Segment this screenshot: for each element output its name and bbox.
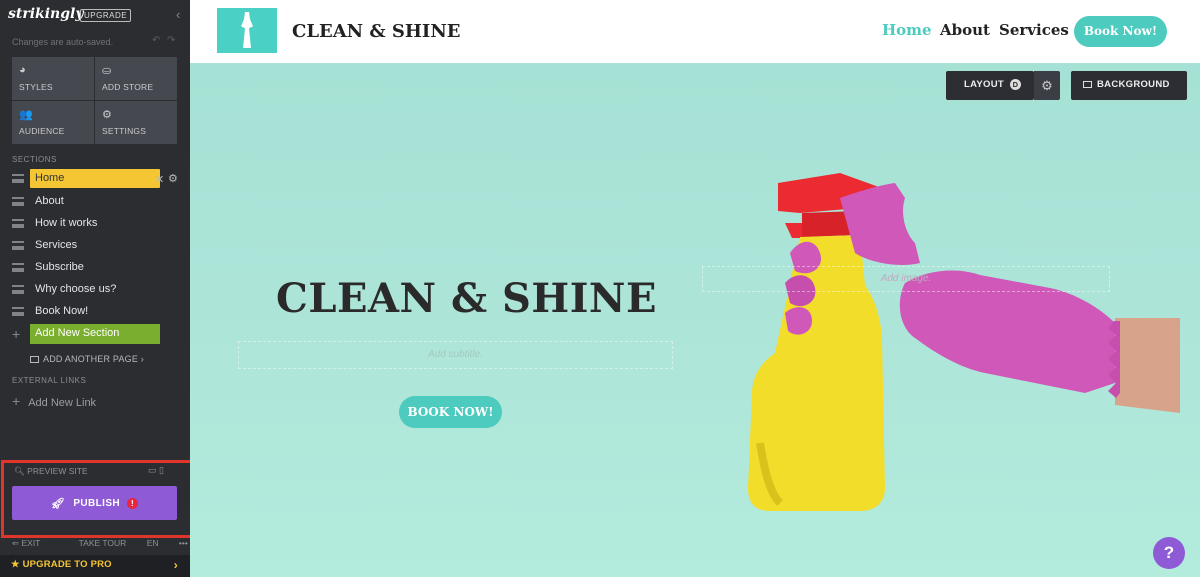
site-logo[interactable] (217, 8, 277, 53)
add-another-page-link[interactable]: ADD ANOTHER PAGE › (30, 354, 144, 364)
redo-icon[interactable]: ↷ (167, 35, 175, 46)
nav-book-button[interactable]: Book Now! (1074, 16, 1167, 47)
background-button[interactable]: BACKGROUND (1071, 71, 1187, 100)
tool-grid: ◕ STYLES ⛀ ADD STORE 👥 AUDIENCE ⚙ SETTIN… (12, 57, 177, 144)
plus-icon: + (12, 393, 21, 409)
styles-button[interactable]: ◕ STYLES (12, 57, 94, 100)
exit-label: EXIT (21, 538, 41, 548)
add-page-label: ADD ANOTHER PAGE (43, 354, 139, 364)
undo-icon[interactable]: ↶ (152, 35, 160, 46)
drag-handle-icon[interactable] (12, 285, 24, 294)
close-icon[interactable]: ✕ (155, 173, 164, 186)
cleaner-figure-icon (241, 12, 253, 48)
section-label[interactable]: Home (30, 169, 160, 188)
page-icon (30, 356, 39, 363)
site-name[interactable]: CLEAN & SHINE (292, 21, 461, 42)
drag-handle-icon[interactable] (12, 263, 24, 272)
footer-links: ⇐ EXIT TAKE TOUR EN ••• (12, 538, 206, 549)
drag-handle-icon[interactable] (12, 197, 24, 206)
image-icon (1083, 81, 1092, 88)
drag-handle-icon[interactable] (12, 174, 24, 183)
nav-about[interactable]: About (940, 21, 990, 39)
site-header: CLEAN & SHINE Home About Services Book N… (190, 0, 1200, 63)
add-store-button[interactable]: ⛀ ADD STORE (95, 57, 177, 100)
section-label: About (35, 195, 64, 207)
layout-label: LAYOUT (964, 79, 1004, 90)
sections-heading: SECTIONS (12, 155, 57, 164)
layout-badge: D (1009, 79, 1021, 90)
audience-label: AUDIENCE (19, 126, 65, 136)
external-links-heading: EXTERNAL LINKS (12, 376, 87, 385)
settings-button[interactable]: ⚙ SETTINGS (95, 101, 177, 144)
hero-section: LAYOUT D ⚙ BACKGROUND CLEAN & SHINE Add … (190, 63, 1200, 577)
upgrade-to-pro-bar[interactable]: ★ UPGRADE TO PRO › (0, 555, 190, 577)
exit-link[interactable]: ⇐ EXIT (12, 538, 58, 548)
more-menu[interactable]: ••• (179, 538, 188, 548)
audience-button[interactable]: 👥 AUDIENCE (12, 101, 94, 144)
add-link-label: Add New Link (28, 397, 97, 409)
palette-icon: ◕ (19, 64, 26, 76)
audience-icon: 👥 (19, 109, 33, 121)
hero-title[interactable]: CLEAN & SHINE (276, 275, 657, 322)
spray-bottle-glove-image (748, 173, 1180, 511)
language-link[interactable]: EN (147, 538, 159, 548)
drag-handle-icon[interactable] (12, 307, 24, 316)
nav-home[interactable]: Home (882, 21, 932, 39)
gear-icon: ⚙ (102, 109, 112, 121)
site-preview: CLEAN & SHINE Home About Services Book N… (190, 0, 1200, 577)
section-item-book-now[interactable]: Book Now! (12, 302, 182, 322)
section-label: How it works (35, 217, 98, 229)
upgrade-badge[interactable]: UPGRADE (80, 9, 132, 22)
strikingly-logo[interactable]: strikingly (8, 6, 83, 22)
collapse-sidebar-icon[interactable]: ‹ (176, 7, 180, 22)
hero-book-button[interactable]: BOOK NOW! (399, 396, 502, 428)
help-button[interactable]: ? (1153, 537, 1185, 569)
take-tour-link[interactable]: TAKE TOUR (79, 538, 127, 548)
drag-handle-icon[interactable] (12, 241, 24, 250)
section-label: Book Now! (35, 305, 89, 317)
styles-label: STYLES (19, 82, 53, 92)
autosave-status: Changes are auto-saved. (12, 37, 114, 47)
section-label: Subscribe (35, 261, 84, 273)
drag-handle-icon[interactable] (12, 219, 24, 228)
section-label: Services (35, 239, 78, 251)
section-item-subscribe[interactable]: Subscribe (12, 258, 182, 278)
section-item-about[interactable]: About (12, 192, 182, 212)
store-icon: ⛀ (102, 65, 112, 77)
chevron-right-icon: › (173, 558, 178, 572)
layout-button[interactable]: LAYOUT D (946, 71, 1034, 100)
add-store-label: ADD STORE (102, 82, 154, 92)
plus-icon: + (12, 326, 21, 342)
add-new-link[interactable]: + Add New Link (12, 393, 96, 409)
upgrade-pro-label: UPGRADE TO PRO (22, 559, 112, 570)
section-item-services[interactable]: Services (12, 236, 182, 256)
section-label: Why choose us? (35, 283, 117, 295)
section-item-why-choose-us[interactable]: Why choose us? (12, 280, 182, 300)
section-gear-icon[interactable]: ⚙ (168, 172, 178, 185)
subtitle-placeholder[interactable]: Add subtitle. (238, 341, 673, 369)
background-label: BACKGROUND (1097, 79, 1170, 90)
nav-services[interactable]: Services (999, 21, 1069, 39)
section-item-how-it-works[interactable]: How it works (12, 214, 182, 234)
gear-icon[interactable]: ⚙ (1034, 71, 1060, 100)
add-new-section-button[interactable]: Add New Section (30, 324, 160, 344)
highlight-box (1, 460, 212, 538)
add-image-placeholder[interactable]: Add image. (702, 266, 1110, 292)
settings-label: SETTINGS (102, 126, 147, 136)
